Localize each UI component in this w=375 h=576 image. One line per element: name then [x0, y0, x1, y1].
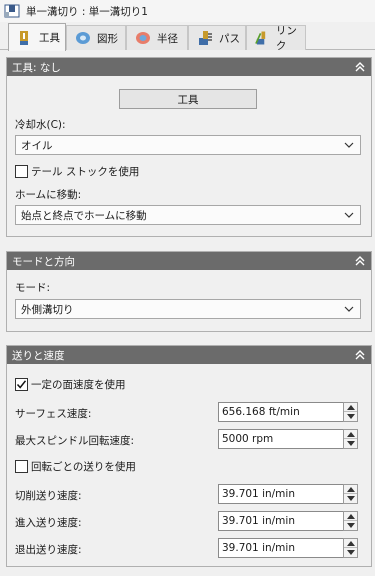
max-spindle-label: 最大スピンドル回転速度: [15, 435, 135, 447]
collapse-icon[interactable] [354, 255, 366, 267]
geometry-icon [76, 32, 90, 44]
tailstock-checkbox[interactable]: テール ストックを使用 [15, 164, 139, 179]
tab-tool[interactable]: 工具 [8, 23, 66, 51]
checkbox-box[interactable] [15, 378, 28, 391]
max-spindle-input[interactable]: 5000 rpm [218, 429, 357, 449]
tool-panel: 工具: なし 工具 冷却水(C): オイル テール ストックを使用 ホームに移動… [6, 57, 372, 237]
lead-out-feed-input[interactable]: 39.701 in/min [218, 538, 357, 558]
grooving-icon [4, 4, 20, 18]
tab-label: 半径 [157, 32, 178, 45]
coolant-label: 冷却水(C): [15, 119, 66, 131]
coolant-dropdown[interactable]: オイル [15, 135, 361, 155]
checkbox-box[interactable] [15, 460, 28, 473]
surface-speed-spinner[interactable] [343, 402, 358, 422]
panel-title: 送りと速度 [12, 349, 65, 362]
mode-label: モード: [15, 282, 51, 294]
tab-passes[interactable]: パス [188, 25, 246, 50]
tab-label: リンク [275, 25, 297, 52]
spin-down-icon[interactable] [346, 550, 355, 555]
linking-icon [255, 31, 266, 45]
cutting-feed-label: 切削送り速度: [15, 490, 82, 502]
lead-in-feed-spinner[interactable] [343, 511, 358, 531]
spin-up-icon[interactable] [346, 513, 355, 519]
cutting-feed-spinner[interactable] [343, 484, 358, 504]
spin-up-icon[interactable] [346, 431, 355, 437]
lead-out-feed-label: 退出送り速度: [15, 544, 82, 556]
home-dropdown[interactable]: 始点と終点でホームに移動 [15, 205, 361, 225]
radii-icon [136, 32, 150, 44]
feeds-panel: 送りと速度 一定の面速度を使用 サーフェス速度: 656.168 ft/min … [6, 345, 372, 567]
tab-linking[interactable]: リンク [246, 25, 306, 52]
home-label: ホームに移動: [15, 189, 82, 201]
feeds-panel-header[interactable]: 送りと速度 [7, 346, 371, 364]
tab-geometry[interactable]: 図形 [66, 25, 126, 50]
spin-up-icon[interactable] [346, 404, 355, 410]
lead-in-feed-input[interactable]: 39.701 in/min [218, 511, 357, 531]
passes-icon [199, 31, 212, 45]
collapse-icon[interactable] [354, 349, 366, 361]
spin-down-icon[interactable] [346, 414, 355, 419]
chevron-down-icon [344, 142, 354, 148]
mode-dropdown[interactable]: 外側溝切り [15, 299, 361, 319]
spin-down-icon[interactable] [346, 441, 355, 446]
mode-panel: モードと方向 モード: 外側溝切り [6, 251, 372, 332]
lead-out-feed-spinner[interactable] [343, 538, 358, 558]
checkmark-icon [16, 380, 27, 389]
chevron-down-icon [344, 212, 354, 218]
tab-label: 工具 [39, 32, 60, 44]
window-title: 単一溝切り : 単一溝切り1 [26, 5, 148, 18]
select-tool-button[interactable]: 工具 [119, 89, 257, 109]
checkbox-box[interactable] [15, 165, 28, 178]
tab-label: 図形 [97, 32, 118, 45]
title-bar: 単一溝切り : 単一溝切り1 [0, 0, 375, 22]
mode-panel-header[interactable]: モードと方向 [7, 252, 371, 270]
feed-per-rev-checkbox[interactable]: 回転ごとの送りを使用 [15, 459, 136, 474]
tool-panel-header[interactable]: 工具: なし [7, 58, 371, 76]
tab-bar: 工具 図形 半径 パス リンク [0, 22, 375, 52]
panel-title: 工具: なし [12, 61, 61, 74]
max-spindle-spinner[interactable] [343, 429, 358, 449]
chevron-down-icon [344, 306, 354, 312]
collapse-icon[interactable] [354, 61, 366, 73]
tab-radii[interactable]: 半径 [126, 25, 188, 50]
surface-speed-label: サーフェス速度: [15, 408, 92, 420]
tab-label: パス [219, 32, 240, 45]
surface-speed-input[interactable]: 656.168 ft/min [218, 402, 357, 422]
lead-in-feed-label: 進入送り速度: [15, 517, 82, 529]
panel-title: モードと方向 [12, 255, 75, 268]
css-checkbox[interactable]: 一定の面速度を使用 [15, 377, 126, 392]
spin-up-icon[interactable] [346, 540, 355, 546]
spin-down-icon[interactable] [346, 523, 355, 528]
spin-up-icon[interactable] [346, 486, 355, 492]
cutting-feed-input[interactable]: 39.701 in/min [218, 484, 357, 504]
tool-icon [20, 30, 28, 45]
spin-down-icon[interactable] [346, 496, 355, 501]
